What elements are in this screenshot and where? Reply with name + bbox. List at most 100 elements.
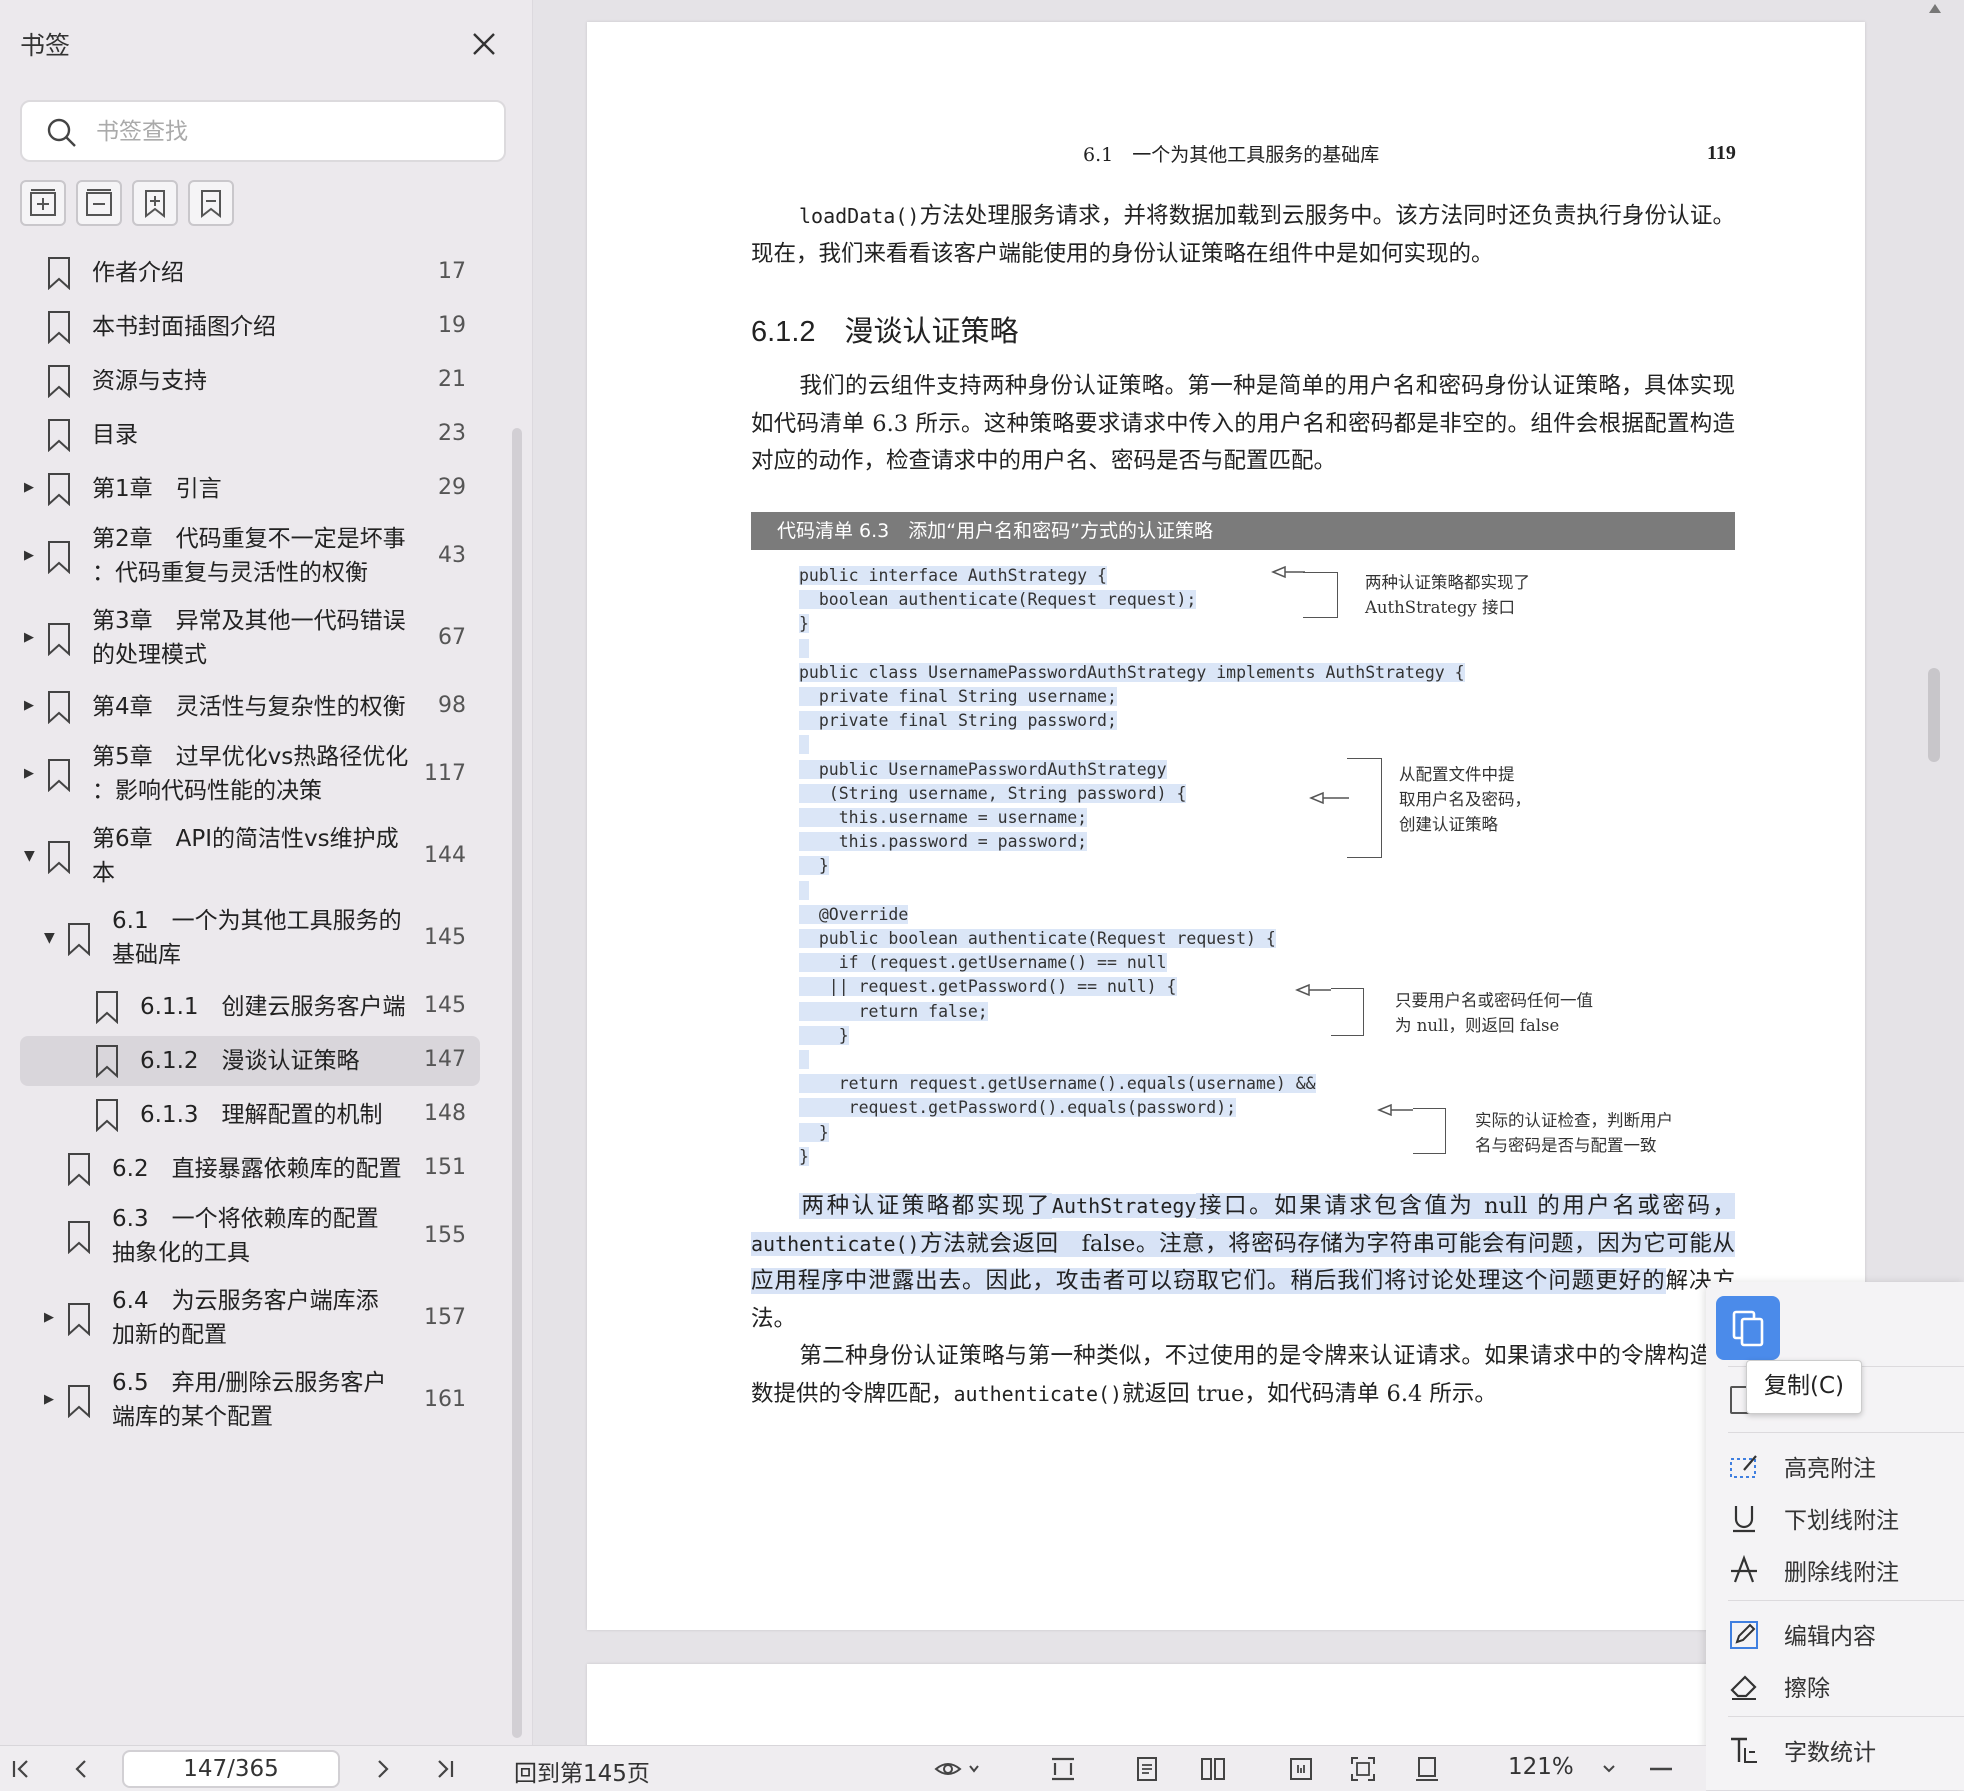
expand-all-button[interactable] bbox=[20, 180, 66, 226]
code-line: } bbox=[799, 614, 809, 634]
bookmark-search-input[interactable] bbox=[94, 112, 488, 152]
fit-page-button[interactable] bbox=[1346, 1752, 1380, 1786]
expand-arrow-icon[interactable]: ▼ bbox=[44, 931, 58, 945]
bookmark-item[interactable]: ▶ 第3章 异常及其他一代码错误 的处理模式 67 bbox=[0, 598, 510, 680]
remove-bookmark-button[interactable] bbox=[188, 180, 234, 226]
collapse-arrow-icon[interactable]: ▶ bbox=[24, 631, 38, 645]
bookmark-label-line2: 加新的配置 bbox=[112, 1322, 227, 1348]
bookmark-item[interactable]: 目录 23 bbox=[0, 408, 510, 462]
prev-page-button[interactable] bbox=[64, 1752, 98, 1786]
page-indicator[interactable]: 147/365 bbox=[122, 1750, 340, 1788]
single-page-button[interactable] bbox=[1130, 1752, 1164, 1786]
strikethrough-annotation-item[interactable]: 删除线附注 bbox=[1728, 1548, 1899, 1592]
bookmark-item[interactable]: 6.1.2 漫谈认证策略 147 bbox=[0, 1034, 510, 1088]
collapse-arrow-icon[interactable]: ▶ bbox=[44, 1393, 58, 1407]
code-line bbox=[799, 735, 809, 755]
bookmark-item[interactable]: 资源与支持 21 bbox=[0, 354, 510, 408]
bookmark-item[interactable]: ▶ 第1章 引言 29 bbox=[0, 462, 510, 516]
underline-annotation-item[interactable]: 下划线附注 bbox=[1728, 1496, 1899, 1540]
bookmark-item[interactable]: 6.1.1 创建云服务客户端 145 bbox=[0, 980, 510, 1034]
menu-separator bbox=[1728, 1716, 1964, 1717]
first-page-button[interactable] bbox=[4, 1752, 38, 1786]
bookmark-page-number: 151 bbox=[424, 1155, 466, 1180]
bookmark-search[interactable] bbox=[20, 100, 506, 162]
collapse-arrow-icon[interactable]: ▶ bbox=[24, 481, 38, 495]
bookmark-label: 第5章 过早优化vs热路径优化 bbox=[92, 744, 409, 770]
code-line: } bbox=[799, 856, 829, 876]
bookmark-item[interactable]: ▶ 6.4 为云服务客户端库添 加新的配置 157 bbox=[0, 1278, 510, 1360]
back-to-page-link[interactable]: 回到第145页 bbox=[514, 1754, 650, 1788]
actual-size-icon bbox=[1290, 1758, 1312, 1780]
word-count-icon bbox=[1731, 1737, 1757, 1763]
erase-item[interactable]: 擦除 bbox=[1728, 1664, 1830, 1708]
bookmark-item[interactable]: 6.1.3 理解配置的机制 148 bbox=[0, 1088, 510, 1142]
arrow-icon bbox=[1309, 791, 1349, 805]
add-bookmark-button[interactable] bbox=[132, 180, 178, 226]
bookmark-item[interactable]: ▶ 第2章 代码重复不一定是坏事 ：代码重复与灵活性的权衡 43 bbox=[0, 516, 510, 598]
bookmark-label-line2: 本 bbox=[92, 860, 115, 886]
code-line: (String username, String password) { bbox=[799, 783, 1187, 803]
collapse-arrow-icon[interactable]: ▶ bbox=[24, 549, 38, 563]
bookmark-icon bbox=[48, 841, 70, 874]
bookmark-label: 6.1.1 创建云服务客户端 bbox=[140, 994, 406, 1020]
bookmark-item[interactable]: 6.2 直接暴露依赖库的配置 151 bbox=[0, 1142, 510, 1196]
bookmark-item[interactable]: 6.3 一个将依赖库的配置 抽象化的工具 155 bbox=[0, 1196, 510, 1278]
collapse-arrow-icon[interactable]: ▶ bbox=[24, 767, 38, 781]
expand-arrow-icon[interactable]: ▼ bbox=[24, 849, 38, 863]
bookmark-icon bbox=[68, 1303, 90, 1336]
zoom-out-button[interactable] bbox=[1644, 1752, 1678, 1786]
close-icon[interactable] bbox=[468, 28, 500, 60]
edit-icon bbox=[1730, 1621, 1758, 1649]
annotation-2: 从配置文件中提 取用户名及密码， 创建认证策略 bbox=[1399, 765, 1531, 834]
code-line: this.username = username; bbox=[799, 808, 1088, 827]
highlight-annotation-item[interactable]: 高亮附注 bbox=[1728, 1444, 1876, 1488]
remove-bookmark-icon bbox=[201, 190, 221, 219]
collapse-all-icon bbox=[86, 189, 112, 216]
strikethrough-icon bbox=[1731, 1554, 1757, 1583]
sidebar-scrollbar[interactable] bbox=[512, 428, 522, 1738]
code-line: return false; bbox=[799, 1001, 988, 1021]
bookmark-label-line2: ：影响代码性能的决策 bbox=[92, 778, 322, 804]
bookmark-item[interactable]: ▶ 第5章 过早优化vs热路径优化 ：影响代码性能的决策 117 bbox=[0, 734, 510, 816]
expand-all-icon bbox=[30, 189, 56, 216]
copy-button[interactable] bbox=[1716, 1296, 1780, 1360]
scroll-up-icon[interactable] bbox=[1928, 2, 1942, 14]
document-scrollbar[interactable] bbox=[1928, 668, 1940, 762]
zoom-level[interactable]: 121% bbox=[1508, 1754, 1574, 1780]
zoom-dropdown[interactable] bbox=[1592, 1752, 1626, 1786]
view-mode-dropdown[interactable] bbox=[932, 1752, 986, 1786]
pdf-page: 6.1 一个为其他工具服务的基础库 119 loadData()方法处理服务请求… bbox=[587, 22, 1865, 1630]
bookmark-label: 6.4 为云服务客户端库添 bbox=[112, 1288, 379, 1314]
collapse-all-button[interactable] bbox=[76, 180, 122, 226]
code-line bbox=[799, 1050, 809, 1069]
next-page-button[interactable] bbox=[366, 1752, 400, 1786]
bookmark-toolbar bbox=[20, 180, 234, 228]
bookmark-item[interactable]: ▼ 第6章 API的简洁性vs维护成本 144 bbox=[0, 816, 510, 898]
running-head: 6.1 一个为其他工具服务的基础库 bbox=[1083, 144, 1380, 166]
continuous-scroll-button[interactable] bbox=[1410, 1752, 1444, 1786]
eraser-icon bbox=[1730, 1675, 1757, 1700]
fit-page-icon bbox=[1351, 1757, 1375, 1781]
pdf-page-next bbox=[587, 1664, 1865, 1745]
bookmark-item[interactable]: ▼ 6.1 一个为其他工具服务的 基础库 145 bbox=[0, 898, 510, 980]
edit-content-item[interactable]: 编辑内容 bbox=[1728, 1612, 1876, 1656]
bookmark-item[interactable]: ▶ 6.5 弃用/删除云服务客户 端库的某个配置 161 bbox=[0, 1360, 510, 1442]
code-line: private final String password; bbox=[799, 711, 1117, 731]
collapse-arrow-icon[interactable]: ▶ bbox=[24, 699, 38, 713]
annotation-bracket bbox=[1331, 988, 1364, 1036]
actual-size-button[interactable] bbox=[1284, 1752, 1318, 1786]
code-line: public class UsernamePasswordAuthStrateg… bbox=[799, 662, 1465, 682]
bookmark-item[interactable]: ▶ 第4章 灵活性与复杂性的权衡 98 bbox=[0, 680, 510, 734]
paragraph-3-selected[interactable]: 两种认证策略都实现了AuthStrategy接口。如果请求包含值为 null 的… bbox=[751, 1188, 1735, 1338]
last-page-button[interactable] bbox=[428, 1752, 462, 1786]
bookmark-item[interactable]: 本书封面插图介绍 19 bbox=[0, 300, 510, 354]
fit-width-button[interactable] bbox=[1046, 1752, 1080, 1786]
chevron-left-icon bbox=[75, 1760, 86, 1778]
bookmark-icon bbox=[48, 473, 70, 506]
two-page-button[interactable] bbox=[1196, 1752, 1230, 1786]
paragraph-1: loadData()方法处理服务请求，并将数据加载到云服务中。该方法同时还负责执… bbox=[751, 198, 1735, 273]
collapse-arrow-icon[interactable]: ▶ bbox=[44, 1311, 58, 1325]
bookmark-item[interactable]: 作者介绍 17 bbox=[0, 246, 510, 300]
word-count-item[interactable]: 字数统计 bbox=[1728, 1728, 1876, 1772]
code-line bbox=[799, 638, 809, 658]
